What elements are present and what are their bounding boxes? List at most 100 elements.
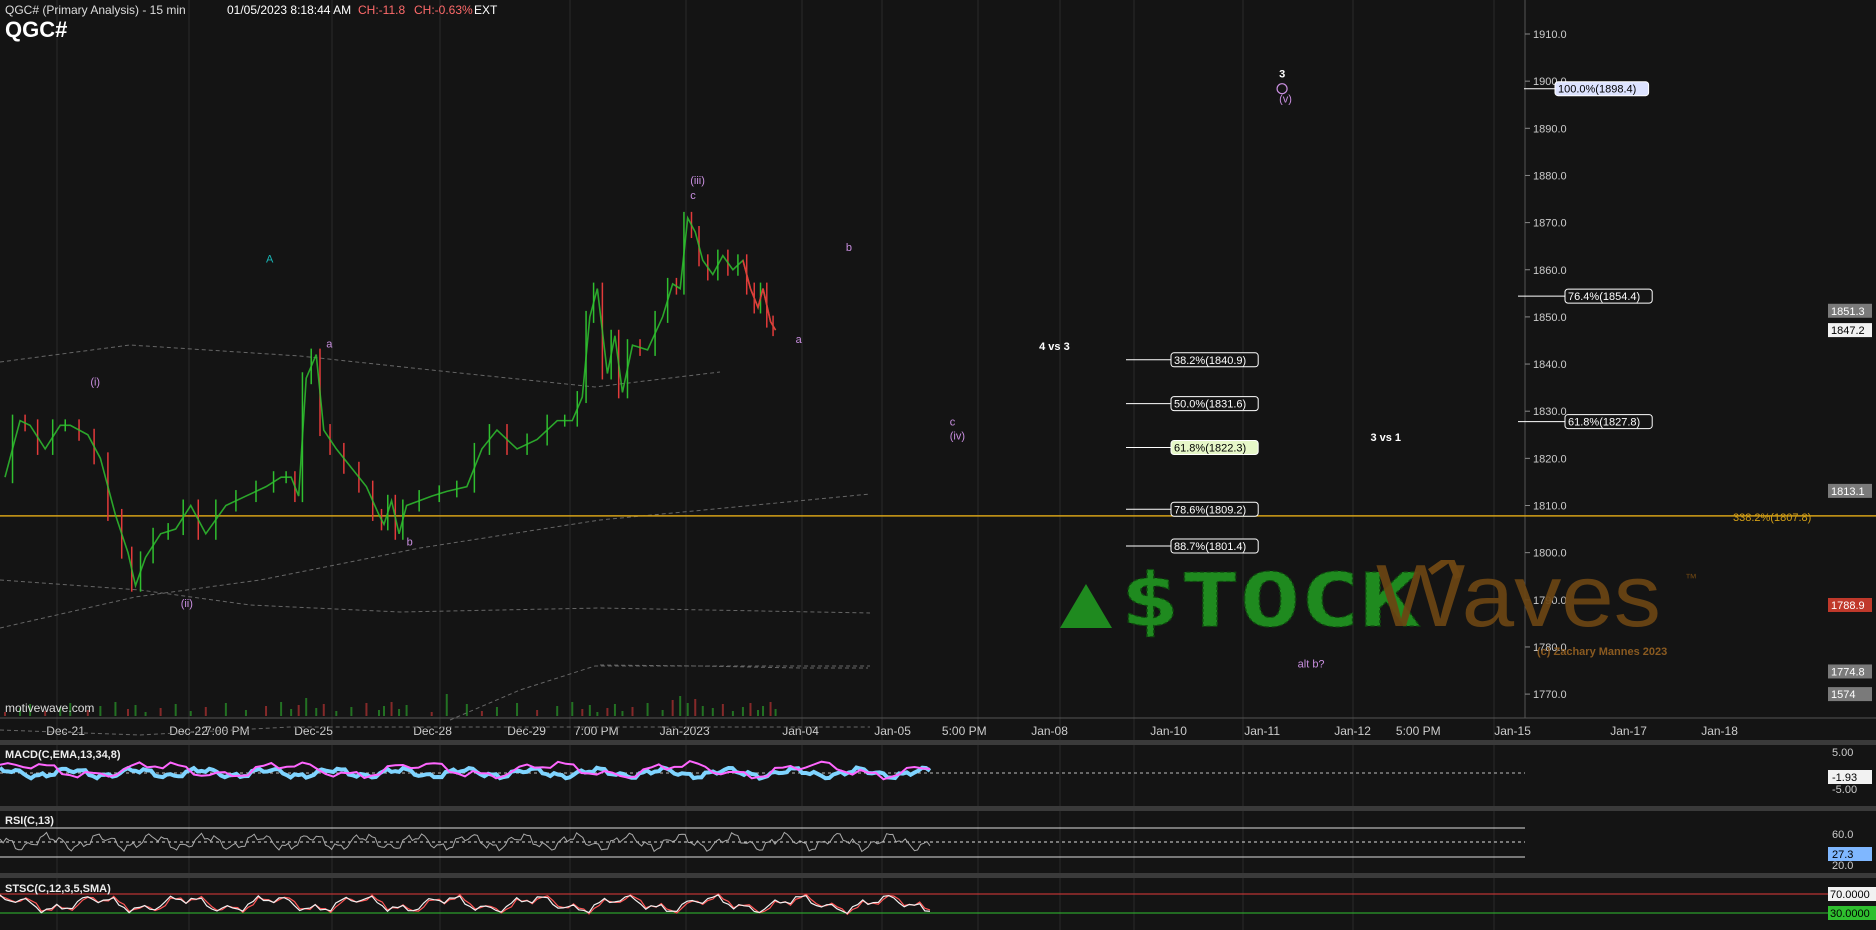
volume-bar [671, 700, 674, 716]
volume-bar [661, 710, 664, 716]
time-axis-label: Jan-04 [782, 724, 819, 738]
price-axis-tick-label: 1840.0 [1533, 359, 1567, 371]
copyright-text: (c) Zachary Mannes 2023 [1537, 646, 1668, 658]
wave-label: (i) [90, 376, 100, 388]
volume-bar [99, 706, 102, 716]
fib-level-label: 61.8%(1822.3) [1174, 443, 1246, 455]
chart-canvas[interactable]: 1910.01900.01890.01880.01870.01860.01850… [0, 0, 1876, 930]
volume-bar [126, 709, 129, 716]
chart-background [0, 0, 1876, 930]
stoch-tick-label: 30.0000 [1830, 908, 1870, 920]
header-session: EXT [474, 3, 498, 17]
fib-level-label: 88.7%(1801.4) [1174, 541, 1246, 553]
rsi-tick-label: 60.0 [1832, 829, 1853, 841]
macd-tick-label: -5.00 [1832, 784, 1857, 796]
wave-label: (iv) [950, 430, 965, 442]
logo-trademark: ™ [1685, 571, 1697, 585]
wave-label: A [266, 254, 274, 266]
volume-bar [721, 704, 724, 716]
time-axis-label: Jan-05 [874, 724, 911, 738]
panel-separator [0, 873, 1876, 878]
volume-bar [694, 699, 697, 716]
macd-label: MACD(C,EMA,13,34,8) [5, 749, 121, 761]
price-marker-label: 1851.3 [1831, 306, 1865, 318]
volume-bar [144, 712, 147, 716]
volume-bar [465, 704, 468, 716]
time-axis-label: Jan-11 [1244, 724, 1280, 738]
volume-bar [445, 694, 448, 716]
volume-bar [430, 712, 433, 716]
volume-bar [377, 710, 380, 716]
volume-bar [297, 705, 300, 716]
header-change: CH:-11.8 [358, 3, 406, 17]
time-axis-label: Jan-18 [1701, 724, 1738, 738]
volume-bar [646, 703, 649, 716]
volume-bar [365, 703, 368, 716]
volume-bar [762, 706, 765, 716]
volume-bar [749, 703, 752, 716]
logo-waves-text: Waves [1376, 560, 1661, 645]
volume-bar [613, 704, 616, 716]
volume-bar [556, 706, 559, 716]
volume-bar [741, 707, 744, 716]
volume-bar [322, 704, 325, 716]
logo-triangle-icon [1060, 584, 1112, 628]
time-axis-label: Jan-17 [1610, 724, 1647, 738]
fib-level-label: 78.6%(1809.2) [1174, 504, 1246, 516]
time-axis-label: 7:00 PM [574, 724, 619, 738]
volume-bar [701, 706, 704, 716]
price-axis-tick-label: 1860.0 [1533, 265, 1567, 277]
volume-bar [581, 709, 584, 716]
motivewave-watermark: motivewave.com [5, 701, 95, 715]
volume-bar [134, 705, 137, 716]
time-axis-label: Jan-15 [1494, 724, 1531, 738]
volume-bar [621, 711, 624, 716]
price-axis-tick-label: 1830.0 [1533, 406, 1567, 418]
volume-bar [305, 698, 308, 716]
wave-label: b [846, 242, 852, 254]
volume-bar [350, 707, 353, 716]
volume-bar [571, 702, 574, 716]
volume-bar [711, 708, 714, 716]
stoch-label: STSC(C,12,3,5,SMA) [5, 883, 111, 895]
macd-tick-label: 5.00 [1832, 747, 1853, 759]
macd-current-label: -1.93 [1832, 772, 1857, 784]
price-marker-label: 1574 [1831, 689, 1855, 701]
volume-bar [189, 711, 192, 716]
stoch-tick-label: 70.0000 [1830, 889, 1870, 901]
volume-bar [290, 709, 293, 716]
volume-bar [679, 696, 682, 716]
volume-bar [204, 707, 207, 716]
panel-separator [0, 740, 1876, 745]
time-axis-label: Jan-10 [1150, 724, 1187, 738]
symbol-label: QGC# [5, 17, 68, 42]
volume-bar [390, 702, 393, 716]
volume-bar [244, 710, 247, 716]
volume-bar [769, 702, 772, 716]
time-axis-label: Dec-25 [294, 724, 333, 738]
volume-bar [398, 709, 401, 716]
price-marker-label: 1788.9 [1831, 600, 1865, 612]
volume-bar [335, 711, 338, 716]
price-axis-tick-label: 1810.0 [1533, 501, 1567, 513]
volume-bar [731, 711, 734, 716]
fib-level-label: 76.4%(1854.4) [1568, 291, 1640, 303]
wave-label: b [407, 537, 413, 549]
time-axis-label: Jan-08 [1031, 724, 1068, 738]
fib-level-label: 50.0%(1831.6) [1174, 399, 1246, 411]
volume-bar [224, 703, 227, 716]
price-axis-tick-label: 1800.0 [1533, 548, 1567, 560]
time-axis-label: Dec-29 [507, 724, 546, 738]
wave-label: a [796, 334, 803, 346]
volume-bar [686, 703, 689, 716]
volume-bar [114, 702, 117, 716]
price-marker-label: 1847.2 [1831, 325, 1865, 337]
price-marker-label: 1774.8 [1831, 666, 1865, 678]
price-axis-tick-label: 1910.0 [1533, 29, 1567, 41]
header-change-pct: CH:-0.63% [414, 3, 473, 17]
volume-bar [631, 707, 634, 716]
price-marker-label: 1813.1 [1831, 486, 1865, 498]
volume-bar [516, 703, 519, 716]
volume-bar [536, 710, 539, 716]
support-line-label: 338.2%(1807.8) [1733, 512, 1811, 524]
